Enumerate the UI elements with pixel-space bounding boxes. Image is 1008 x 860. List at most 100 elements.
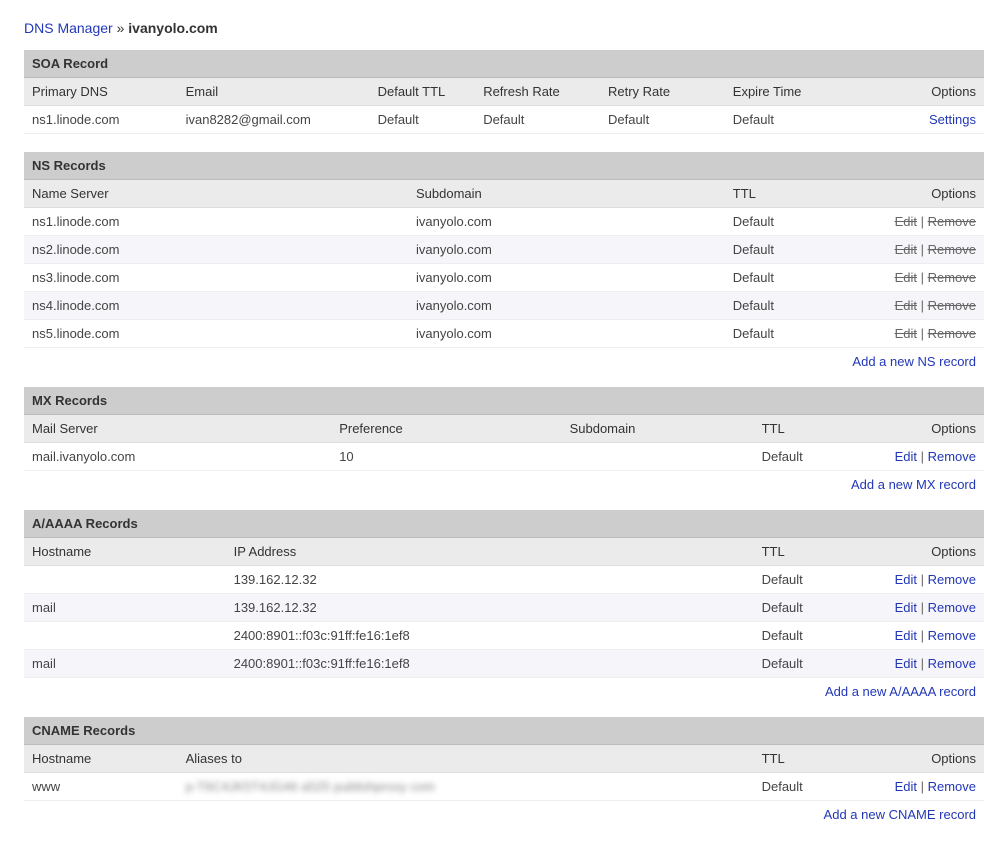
ns-name: ns4.linode.com — [24, 292, 408, 320]
a-ip: 2400:8901::f03c:91ff:fe16:1ef8 — [226, 650, 754, 678]
ns-edit-link: Edit — [895, 326, 917, 341]
pipe-separator: | — [917, 600, 928, 615]
cname-remove-link[interactable]: Remove — [928, 779, 976, 794]
ns-row: ns5.linode.comivanyolo.comDefaultEdit | … — [24, 320, 984, 348]
soa-refresh: Default — [475, 106, 600, 134]
cname-row: wwwp-T6C4JK5T4JG46 a525 publishproxy com… — [24, 773, 984, 801]
soa-col-refresh: Refresh Rate — [475, 78, 600, 106]
mx-options: Edit | Remove — [850, 443, 984, 471]
mx-add-link[interactable]: Add a new MX record — [851, 477, 976, 492]
a-row: 2400:8901::f03c:91ff:fe16:1ef8Default Edi… — [24, 622, 984, 650]
a-section: A/AAAA Records Hostname IP Address TTL O… — [24, 510, 984, 699]
soa-table: Primary DNS Email Default TTL Refresh Ra… — [24, 78, 984, 134]
mx-header: MX Records — [24, 387, 984, 415]
cname-alias: p-T6C4JK5T4JG46 a525 publishproxy com — [178, 773, 754, 801]
a-col-ip: IP Address — [226, 538, 754, 566]
soa-col-expire: Expire Time — [725, 78, 850, 106]
mx-table: Mail Server Preference Subdomain TTL Opt… — [24, 415, 984, 471]
ns-remove-link: Remove — [928, 326, 976, 341]
pipe-separator: | — [917, 214, 928, 229]
ns-name: ns2.linode.com — [24, 236, 408, 264]
soa-header: SOA Record — [24, 50, 984, 78]
ns-table: Name Server Subdomain TTL Options ns1.li… — [24, 180, 984, 348]
mx-mail: mail.ivanyolo.com — [24, 443, 331, 471]
ns-section: NS Records Name Server Subdomain TTL Opt… — [24, 152, 984, 369]
a-ip: 2400:8901::f03c:91ff:fe16:1ef8 — [226, 622, 754, 650]
pipe-separator: | — [917, 270, 928, 285]
a-add-link[interactable]: Add a new A/AAAA record — [825, 684, 976, 699]
ns-remove-link: Remove — [928, 298, 976, 313]
cname-col-host: Hostname — [24, 745, 178, 773]
a-remove-link[interactable]: Remove — [928, 572, 976, 587]
cname-section: CNAME Records Hostname Aliases to TTL Op… — [24, 717, 984, 822]
mx-sub — [562, 443, 754, 471]
soa-options: Settings — [850, 106, 984, 134]
soa-settings-link[interactable]: Settings — [929, 112, 976, 127]
mx-remove-link[interactable]: Remove — [928, 449, 976, 464]
a-remove-link[interactable]: Remove — [928, 628, 976, 643]
cname-ttl: Default — [754, 773, 850, 801]
a-edit-link[interactable]: Edit — [895, 656, 917, 671]
ns-row: ns4.linode.comivanyolo.comDefaultEdit | … — [24, 292, 984, 320]
a-ttl: Default — [754, 594, 850, 622]
ns-options: Edit | Remove — [850, 236, 984, 264]
a-remove-link[interactable]: Remove — [928, 600, 976, 615]
a-col-ttl: TTL — [754, 538, 850, 566]
mx-col-sub: Subdomain — [562, 415, 754, 443]
cname-col-ttl: TTL — [754, 745, 850, 773]
a-edit-link[interactable]: Edit — [895, 628, 917, 643]
pipe-separator: | — [917, 572, 928, 587]
mx-col-pref: Preference — [331, 415, 561, 443]
pipe-separator: | — [917, 242, 928, 257]
ns-addrow: Add a new NS record — [24, 348, 984, 369]
ns-edit-link: Edit — [895, 298, 917, 313]
a-edit-link[interactable]: Edit — [895, 572, 917, 587]
pipe-separator: | — [917, 298, 928, 313]
ns-col-options: Options — [850, 180, 984, 208]
ns-add-link[interactable]: Add a new NS record — [852, 354, 976, 369]
a-remove-link[interactable]: Remove — [928, 656, 976, 671]
mx-col-ttl: TTL — [754, 415, 850, 443]
cname-col-alias: Aliases to — [178, 745, 754, 773]
mx-edit-link[interactable]: Edit — [895, 449, 917, 464]
ns-col-sub: Subdomain — [408, 180, 725, 208]
ns-name: ns5.linode.com — [24, 320, 408, 348]
cname-edit-link[interactable]: Edit — [895, 779, 917, 794]
a-edit-link[interactable]: Edit — [895, 600, 917, 615]
a-header: A/AAAA Records — [24, 510, 984, 538]
ns-row: ns1.linode.comivanyolo.comDefaultEdit | … — [24, 208, 984, 236]
cname-header: CNAME Records — [24, 717, 984, 745]
breadcrumb: DNS Manager » ivanyolo.com — [24, 20, 984, 36]
a-options: Edit | Remove — [850, 650, 984, 678]
a-table: Hostname IP Address TTL Options 139.162.… — [24, 538, 984, 678]
breadcrumb-root-link[interactable]: DNS Manager — [24, 20, 113, 36]
mx-col-mail: Mail Server — [24, 415, 331, 443]
a-ttl: Default — [754, 622, 850, 650]
a-ip: 139.162.12.32 — [226, 594, 754, 622]
a-row: mail139.162.12.32DefaultEdit | Remove — [24, 594, 984, 622]
ns-ttl: Default — [725, 320, 850, 348]
a-ip: 139.162.12.32 — [226, 566, 754, 594]
ns-name: ns3.linode.com — [24, 264, 408, 292]
soa-col-email: Email — [178, 78, 370, 106]
mx-row: mail.ivanyolo.com10DefaultEdit | Remove — [24, 443, 984, 471]
cname-options: Edit | Remove — [850, 773, 984, 801]
soa-col-primary: Primary DNS — [24, 78, 178, 106]
ns-row: ns2.linode.comivanyolo.comDefaultEdit | … — [24, 236, 984, 264]
cname-host: www — [24, 773, 178, 801]
ns-edit-link: Edit — [895, 214, 917, 229]
ns-col-ttl: TTL — [725, 180, 850, 208]
cname-add-link[interactable]: Add a new CNAME record — [824, 807, 976, 822]
ns-ttl: Default — [725, 236, 850, 264]
ns-ttl: Default — [725, 292, 850, 320]
ns-remove-link: Remove — [928, 214, 976, 229]
ns-sub: ivanyolo.com — [408, 264, 725, 292]
a-col-options: Options — [850, 538, 984, 566]
soa-col-ttl: Default TTL — [370, 78, 476, 106]
a-row: mail2400:8901::f03c:91ff:fe16:1ef8Defaul… — [24, 650, 984, 678]
cname-col-options: Options — [850, 745, 984, 773]
a-row: 139.162.12.32DefaultEdit | Remove — [24, 566, 984, 594]
soa-email: ivan8282@gmail.com — [178, 106, 370, 134]
breadcrumb-separator: » — [117, 20, 125, 36]
mx-pref: 10 — [331, 443, 561, 471]
